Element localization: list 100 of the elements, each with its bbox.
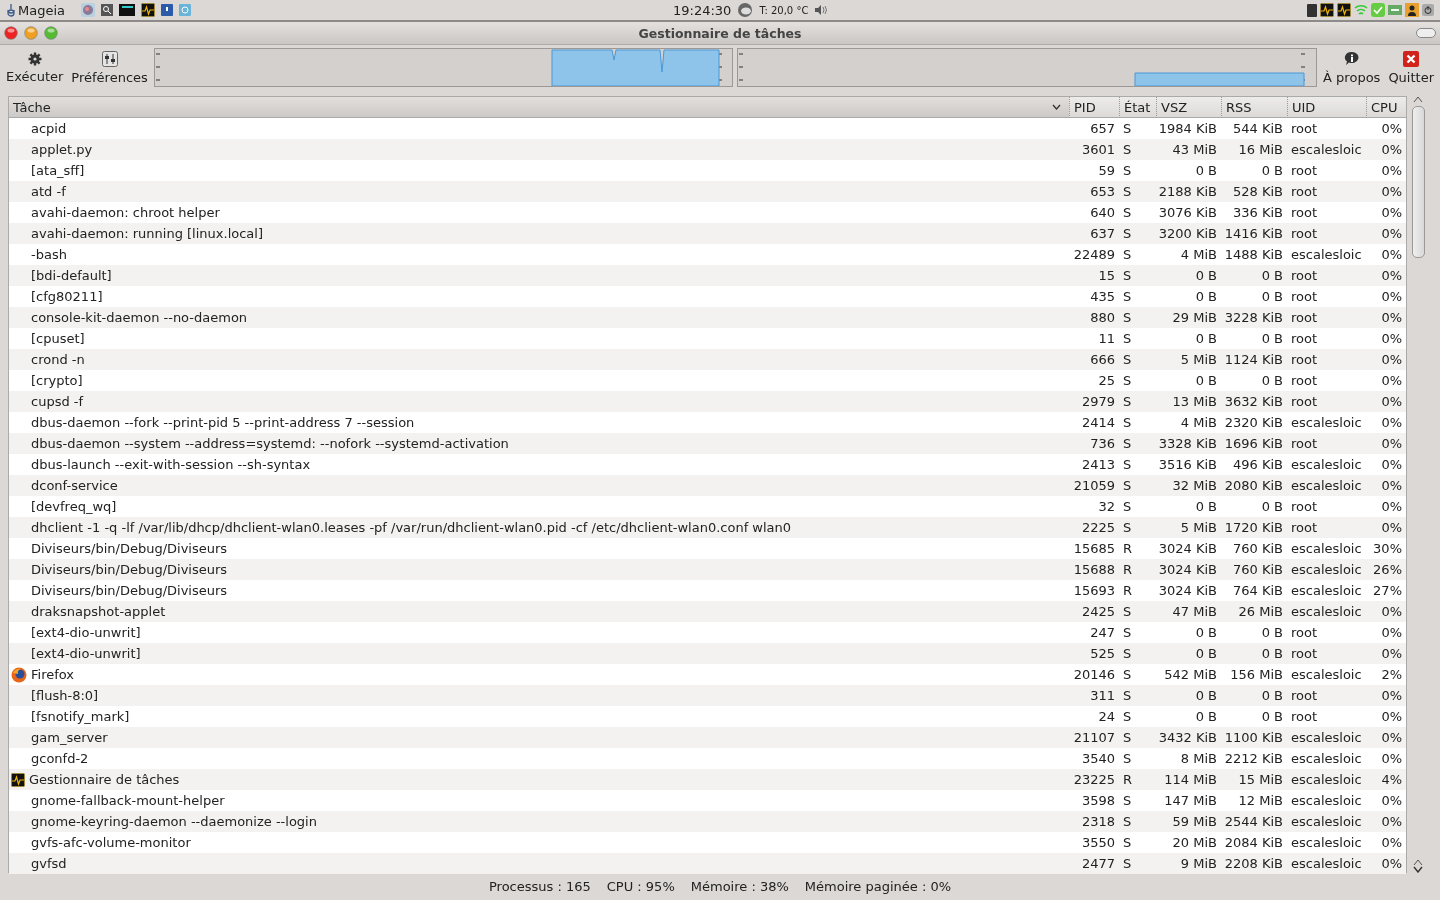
pid-cell-text: 15693 xyxy=(1072,582,1116,600)
task-name: crond -n xyxy=(31,352,85,367)
state-cell-text: S xyxy=(1122,204,1133,222)
cpu-cell-text: 0% xyxy=(1380,120,1403,138)
scroll-down-icon[interactable] xyxy=(1413,866,1423,873)
cpu-cell: 0% xyxy=(1366,475,1406,496)
uid-cell-text: root xyxy=(1290,624,1319,642)
status-text: CPU : 95% xyxy=(606,879,675,894)
sort-caret-icon xyxy=(1052,104,1061,110)
prefs-button[interactable]: Préférences xyxy=(69,48,150,87)
vsz-cell-text: 147 MiB xyxy=(1163,792,1218,810)
rss-cell: 528 KiB xyxy=(1221,181,1287,202)
column-header[interactable]: UID xyxy=(1287,97,1366,118)
scroll-up-icon[interactable] xyxy=(1413,859,1423,866)
vsz-cell-text: 3076 KiB xyxy=(1157,204,1218,222)
rss-cell: 2544 KiB xyxy=(1221,811,1287,832)
rss-cell-text: 496 KiB xyxy=(1232,456,1284,474)
vsz-cell-text: 1984 KiB xyxy=(1157,120,1218,138)
battery-icon[interactable] xyxy=(1307,3,1317,17)
globe-icon[interactable] xyxy=(81,3,95,17)
rss-cell: 0 B xyxy=(1221,265,1287,286)
uid-cell-text: escalesloic xyxy=(1290,456,1363,474)
vsz-cell-text: 3516 KiB xyxy=(1157,456,1218,474)
state-cell: S xyxy=(1119,643,1156,664)
volume-icon[interactable] xyxy=(814,4,829,16)
column-header[interactable]: VSZ xyxy=(1156,97,1221,118)
vsz-cell-text: 0 B xyxy=(1194,498,1218,516)
rss-cell: 1720 KiB xyxy=(1221,517,1287,538)
state-cell: S xyxy=(1119,349,1156,370)
task-name: dbus-launch --exit-with-session --sh-syntax xyxy=(31,457,311,472)
clock: 19:24:30 xyxy=(673,2,732,18)
about-button[interactable]: À propos xyxy=(1321,48,1383,87)
run-button[interactable]: Exécuter xyxy=(4,49,66,86)
network-icon[interactable] xyxy=(179,4,191,16)
monitor-icon[interactable] xyxy=(1320,3,1334,17)
state-cell: R xyxy=(1119,559,1156,580)
power-icon[interactable] xyxy=(1422,4,1434,16)
pid-cell: 15 xyxy=(1069,265,1119,286)
sliders-icon xyxy=(101,50,118,67)
cpu-cell: 0% xyxy=(1366,643,1406,664)
pid-cell-text: 32 xyxy=(1097,498,1116,516)
column-header[interactable]: État xyxy=(1119,97,1156,118)
vsz-cell: 0 B xyxy=(1156,643,1221,664)
task-name: gam_server xyxy=(31,730,108,745)
vsz-cell-text: 542 MiB xyxy=(1163,666,1218,684)
task-name: draksnapshot-applet xyxy=(31,604,166,619)
cpu-cell: 0% xyxy=(1366,811,1406,832)
search-icon[interactable] xyxy=(101,4,113,16)
state-cell: R xyxy=(1119,769,1156,790)
check-icon[interactable] xyxy=(1371,3,1385,17)
uid-cell: escalesloic xyxy=(1287,559,1366,580)
close-button[interactable] xyxy=(4,26,18,40)
cpu-cell-text: 0% xyxy=(1380,792,1403,810)
uid-cell: root xyxy=(1287,349,1366,370)
vsz-cell: 29 MiB xyxy=(1156,307,1221,328)
column-header[interactable]: RSS xyxy=(1221,97,1287,118)
cpu-cell: 0% xyxy=(1366,601,1406,622)
scrollbar-thumb[interactable] xyxy=(1411,106,1425,258)
window-menu-button[interactable] xyxy=(1416,28,1436,38)
rss-cell: 16 MiB xyxy=(1221,139,1287,160)
help-icon[interactable] xyxy=(161,4,173,16)
vsz-cell-text: 8 MiB xyxy=(1179,750,1218,768)
state-cell-text: S xyxy=(1122,288,1133,306)
user-icon[interactable] xyxy=(1405,3,1419,17)
monitor-icon[interactable] xyxy=(1337,3,1351,17)
rss-cell-text: 2084 KiB xyxy=(1223,834,1284,852)
rss-cell: 0 B xyxy=(1221,685,1287,706)
terminal-icon[interactable] xyxy=(119,4,135,16)
vsz-cell-text: 20 MiB xyxy=(1171,834,1218,852)
task-name: [ext4-dio-unwrit] xyxy=(31,646,141,661)
rss-cell: 1100 KiB xyxy=(1221,727,1287,748)
cpu-cell-text: 2% xyxy=(1380,666,1403,684)
state-cell: S xyxy=(1119,811,1156,832)
rss-cell-text: 156 MiB xyxy=(1229,666,1284,684)
column-header[interactable]: Tâche xyxy=(9,97,1069,118)
task-name: Diviseurs/bin/Debug/Diviseurs xyxy=(31,541,228,556)
monitor-icon[interactable] xyxy=(141,3,155,17)
column-header[interactable]: CPU xyxy=(1366,97,1406,118)
column-header[interactable]: PID xyxy=(1069,97,1119,118)
state-cell-text: R xyxy=(1122,582,1134,600)
cpu-cell: 26% xyxy=(1366,559,1406,580)
task-name: [flush-8:0] xyxy=(31,688,99,703)
scroll-up-icon[interactable] xyxy=(1413,96,1423,103)
state-cell: S xyxy=(1119,475,1156,496)
task-name: Firefox xyxy=(31,667,75,682)
task-name: Gestionnaire de tâches xyxy=(29,772,180,787)
mageia-menu[interactable]: Mageia xyxy=(6,2,65,18)
vsz-cell: 59 MiB xyxy=(1156,811,1221,832)
state-cell: S xyxy=(1119,685,1156,706)
cpu-cell-text: 0% xyxy=(1380,498,1403,516)
uid-cell: root xyxy=(1287,307,1366,328)
quit-button[interactable]: Quitter xyxy=(1386,48,1436,87)
cpu-cell-text: 0% xyxy=(1380,162,1403,180)
pid-cell: 2477 xyxy=(1069,853,1119,874)
task-name: avahi-daemon: running [linux.local] xyxy=(31,226,263,241)
state-cell: S xyxy=(1119,853,1156,874)
uid-cell-text: escalesloic xyxy=(1290,792,1363,810)
rss-cell-text: 2320 KiB xyxy=(1223,414,1284,432)
rss-cell-text: 0 B xyxy=(1260,498,1284,516)
rss-cell-text: 1488 KiB xyxy=(1223,246,1284,264)
